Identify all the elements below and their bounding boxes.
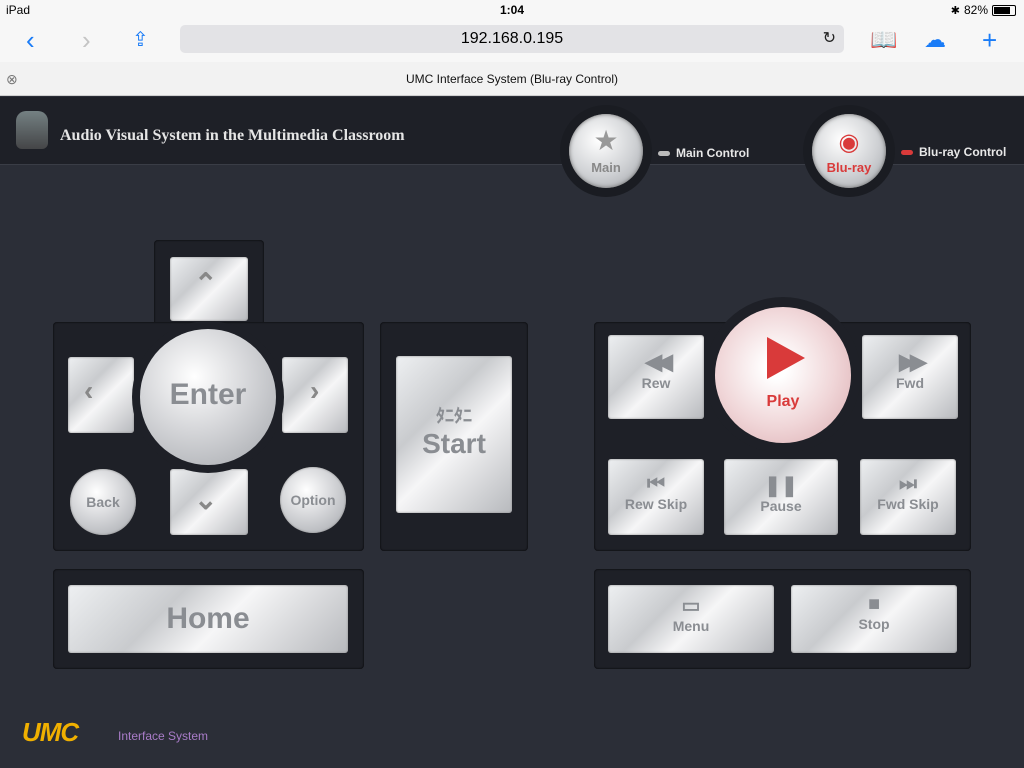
pause-label: Pause: [760, 498, 802, 514]
url-text: 192.168.0.195: [460, 30, 564, 47]
share-icon[interactable]: ⇪: [132, 26, 149, 54]
umc-logo: UMC: [22, 717, 79, 747]
home-button[interactable]: Home: [68, 585, 348, 653]
bluray-control-caption: Blu-ray Control: [901, 145, 1006, 159]
rew-label: Rew: [641, 375, 671, 391]
left-button[interactable]: ‹: [68, 357, 134, 433]
right-button[interactable]: ›: [282, 357, 348, 433]
menu-label: Menu: [672, 618, 710, 634]
fwd-button[interactable]: ▶▶ Fwd: [862, 335, 958, 419]
clock: 1:04: [499, 3, 525, 17]
battery-fill: [994, 6, 1011, 14]
bluray-control-button[interactable]: ◉ Blu-ray: [803, 105, 895, 197]
browser-toolbar: ‹ › ⇪ 192.168.0.195 ↻ 📖 ☁ +: [0, 20, 1024, 62]
up-button[interactable]: ⌃: [170, 257, 248, 321]
skip-forward-icon: ⏭: [899, 473, 917, 495]
status-right: ✱ 82%: [951, 3, 1016, 17]
start-symbol: ﾀﾆﾀﾆ: [436, 406, 472, 426]
menu-icon: ▭: [681, 595, 701, 617]
forward-icon[interactable]: ›: [82, 26, 91, 54]
rew-button[interactable]: ◀◀ Rew: [608, 335, 704, 419]
app-area: Audio Visual System in the Multimedia Cl…: [0, 97, 1024, 768]
bluray-caption-text: Blu-ray Control: [919, 145, 1007, 159]
main-control-caption: Main Control: [658, 146, 749, 160]
status-bar: iPad 1:04 ✱ 82%: [0, 0, 1024, 20]
play-label: Play: [766, 393, 800, 410]
back-icon[interactable]: ‹: [26, 26, 35, 54]
bookmarks-icon[interactable]: 📖: [870, 26, 897, 54]
play-button[interactable]: Play: [705, 297, 861, 453]
fwd-label: Fwd: [896, 375, 924, 391]
stop-icon: ■: [867, 593, 881, 615]
reload-icon[interactable]: ↻: [823, 25, 836, 53]
pause-icon: ❚❚: [764, 475, 798, 497]
back-button[interactable]: Back: [70, 469, 136, 535]
bluray-button-disk: ◉ Blu-ray: [812, 114, 886, 188]
menu-button[interactable]: ▭ Menu: [608, 585, 774, 653]
rew-skip-button[interactable]: ⏮ Rew Skip: [608, 459, 704, 535]
main-button-label: Main: [591, 160, 621, 175]
chevron-right-icon: ›: [310, 375, 320, 406]
chevron-left-icon: ‹: [84, 375, 94, 406]
crest-logo: [16, 111, 48, 149]
play-disk: Play: [715, 307, 851, 443]
pause-button[interactable]: ❚❚ Pause: [724, 459, 838, 535]
chevron-down-icon: ⌄: [194, 484, 218, 515]
skip-back-icon: ⏮: [647, 473, 665, 495]
cloud-tabs-icon[interactable]: ☁: [924, 26, 946, 54]
rew-skip-label: Rew Skip: [624, 496, 688, 512]
battery-percent: 82%: [963, 3, 988, 17]
start-button[interactable]: ﾀﾆﾀﾆ Start: [396, 356, 512, 513]
bluray-indicator: [901, 149, 913, 155]
tab-bar: ⊗ UMC Interface System (Blu-ray Control): [0, 62, 1024, 96]
main-indicator: [658, 150, 670, 156]
star-icon: ★: [593, 125, 619, 156]
enter-button[interactable]: Enter: [140, 329, 276, 465]
down-button[interactable]: ⌄: [170, 469, 248, 535]
app-title: Audio Visual System in the Multimedia Cl…: [60, 127, 405, 144]
stop-label: Stop: [858, 616, 890, 632]
bluray-button-label: Blu-ray: [826, 160, 872, 175]
rewind-icon: ◀◀: [645, 349, 673, 374]
disc-icon: ◉: [838, 129, 860, 156]
fast-forward-icon: ▶▶: [899, 349, 927, 374]
fwd-skip-label: Fwd Skip: [877, 496, 939, 512]
tab-title[interactable]: UMC Interface System (Blu-ray Control): [406, 72, 618, 86]
bluetooth-icon: ✱: [950, 4, 960, 17]
fwd-skip-button[interactable]: ⏭ Fwd Skip: [860, 459, 956, 535]
main-control-button[interactable]: ★ Main: [560, 105, 652, 197]
start-label: Start: [422, 428, 486, 459]
footer-text: Interface System: [118, 729, 209, 743]
battery-icon: [992, 4, 1016, 16]
new-tab-icon[interactable]: +: [982, 26, 997, 54]
close-tab-icon[interactable]: ⊗: [6, 62, 18, 96]
main-caption-text: Main Control: [676, 146, 750, 160]
address-bar[interactable]: 192.168.0.195 ↻: [180, 25, 844, 53]
main-button-disk: ★ Main: [569, 114, 643, 188]
option-button[interactable]: Option: [280, 467, 346, 533]
chevron-up-icon: ⌃: [194, 268, 218, 299]
play-icon: [767, 337, 805, 379]
stop-button[interactable]: ■ Stop: [791, 585, 957, 653]
